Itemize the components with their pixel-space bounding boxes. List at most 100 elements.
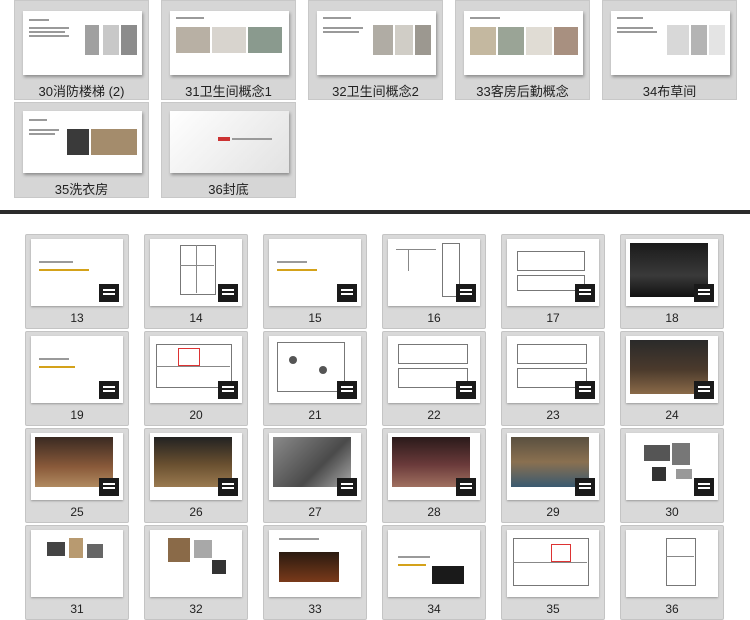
slide-number: 22 — [427, 408, 441, 422]
slide-card-21[interactable]: 21 — [263, 331, 367, 426]
slide-card-32[interactable]: 32 — [144, 525, 248, 620]
slide-preview — [388, 336, 480, 403]
slide-preview — [269, 336, 361, 403]
slide-preview — [464, 11, 583, 75]
slide-preview — [626, 433, 718, 500]
slide-card-23[interactable]: 23 — [501, 331, 605, 426]
slide-number: 21 — [308, 408, 322, 422]
slide-preview — [269, 433, 361, 500]
slide-card-24[interactable]: 24 — [620, 331, 724, 426]
slide-card-30[interactable]: 30 — [620, 428, 724, 523]
slide-preview — [170, 11, 289, 75]
slide-number: 17 — [546, 311, 560, 325]
slide-preview — [31, 433, 123, 500]
slide-preview — [507, 433, 599, 500]
slide-card-18[interactable]: 18 — [620, 234, 724, 329]
slide-card-26[interactable]: 26 — [144, 428, 248, 523]
penta-logo-icon — [575, 381, 595, 399]
slide-number: 13 — [70, 311, 84, 325]
slide-card-20[interactable]: 20 — [144, 331, 248, 426]
slide-card-22[interactable]: 22 — [382, 331, 486, 426]
penta-logo-icon — [99, 478, 119, 496]
slide-preview — [150, 530, 242, 597]
slide-thumb-35[interactable]: 35洗衣房 — [14, 102, 149, 198]
penta-logo-icon — [694, 478, 714, 496]
penta-logo-icon — [337, 478, 357, 496]
slide-preview — [150, 336, 242, 403]
slide-number: 34 — [427, 602, 441, 616]
slide-number: 27 — [308, 505, 322, 519]
slide-number: 20 — [189, 408, 203, 422]
slide-thumb-30[interactable]: 30消防楼梯 (2) — [14, 0, 149, 100]
slide-thumb-32[interactable]: 32卫生间概念2 — [308, 0, 443, 100]
slide-caption: 33客房后勤概念 — [476, 84, 569, 99]
slide-number: 33 — [308, 602, 322, 616]
slide-number: 31 — [70, 602, 84, 616]
slide-card-33[interactable]: 33 — [263, 525, 367, 620]
slide-card-15[interactable]: 15 — [263, 234, 367, 329]
slide-card-36[interactable]: 36 — [620, 525, 724, 620]
slide-card-35[interactable]: 35 — [501, 525, 605, 620]
slide-number: 28 — [427, 505, 441, 519]
slide-card-27[interactable]: 27 — [263, 428, 367, 523]
slide-caption: 30消防楼梯 (2) — [38, 84, 125, 99]
slide-number: 29 — [546, 505, 560, 519]
penta-logo-icon — [337, 284, 357, 302]
slide-number: 14 — [189, 311, 203, 325]
slide-thumb-33[interactable]: 33客房后勤概念 — [455, 0, 590, 100]
penta-logo-icon — [99, 381, 119, 399]
penta-logo-icon — [694, 381, 714, 399]
slide-preview — [31, 239, 123, 306]
slide-preview — [388, 433, 480, 500]
slide-preview — [150, 433, 242, 500]
panel-divider — [0, 210, 750, 214]
slide-preview — [23, 11, 142, 75]
penta-logo-icon — [218, 381, 238, 399]
slide-preview — [269, 239, 361, 306]
slide-caption: 34布草间 — [642, 84, 697, 99]
slide-preview — [23, 111, 142, 173]
top-slide-panel: 30消防楼梯 (2) 31卫生间概念1 32卫生间概念2 33客房后勤概念 34… — [0, 0, 750, 210]
slide-card-29[interactable]: 29 — [501, 428, 605, 523]
slide-number: 32 — [189, 602, 203, 616]
slide-number: 23 — [546, 408, 560, 422]
penta-logo-icon — [694, 284, 714, 302]
slide-number: 15 — [308, 311, 322, 325]
slide-card-19[interactable]: 19 — [25, 331, 129, 426]
slide-number: 30 — [665, 505, 679, 519]
slide-card-17[interactable]: 17 — [501, 234, 605, 329]
slide-number: 25 — [70, 505, 84, 519]
slide-number: 16 — [427, 311, 441, 325]
slide-card-13[interactable]: 13 — [25, 234, 129, 329]
slide-card-31[interactable]: 31 — [25, 525, 129, 620]
slide-preview — [507, 239, 599, 306]
slide-caption: 31卫生间概念1 — [185, 84, 272, 99]
slide-preview — [626, 530, 718, 597]
slide-number: 26 — [189, 505, 203, 519]
slide-preview — [611, 11, 730, 75]
slide-preview — [626, 239, 718, 306]
bottom-slide-grid: 13 14 15 16 17 18 19 20 21 22 23 24 25 2… — [0, 224, 750, 620]
slide-number: 35 — [546, 602, 560, 616]
slide-card-34[interactable]: 34 — [382, 525, 486, 620]
slide-card-14[interactable]: 14 — [144, 234, 248, 329]
slide-thumb-34[interactable]: 34布草间 — [602, 0, 737, 100]
penta-logo-icon — [575, 284, 595, 302]
slide-preview — [150, 239, 242, 306]
slide-thumb-36[interactable]: 36封底 — [161, 102, 296, 198]
penta-logo-icon — [456, 284, 476, 302]
slide-card-28[interactable]: 28 — [382, 428, 486, 523]
penta-logo-icon — [218, 284, 238, 302]
slide-caption: 36封底 — [208, 182, 249, 197]
slide-caption: 32卫生间概念2 — [332, 84, 419, 99]
slide-thumb-31[interactable]: 31卫生间概念1 — [161, 0, 296, 100]
slide-preview — [388, 530, 480, 597]
slide-preview — [388, 239, 480, 306]
slide-number: 18 — [665, 311, 679, 325]
slide-preview — [269, 530, 361, 597]
penta-logo-icon — [575, 478, 595, 496]
slide-preview — [507, 336, 599, 403]
slide-preview — [170, 111, 289, 173]
slide-card-25[interactable]: 25 — [25, 428, 129, 523]
slide-card-16[interactable]: 16 — [382, 234, 486, 329]
